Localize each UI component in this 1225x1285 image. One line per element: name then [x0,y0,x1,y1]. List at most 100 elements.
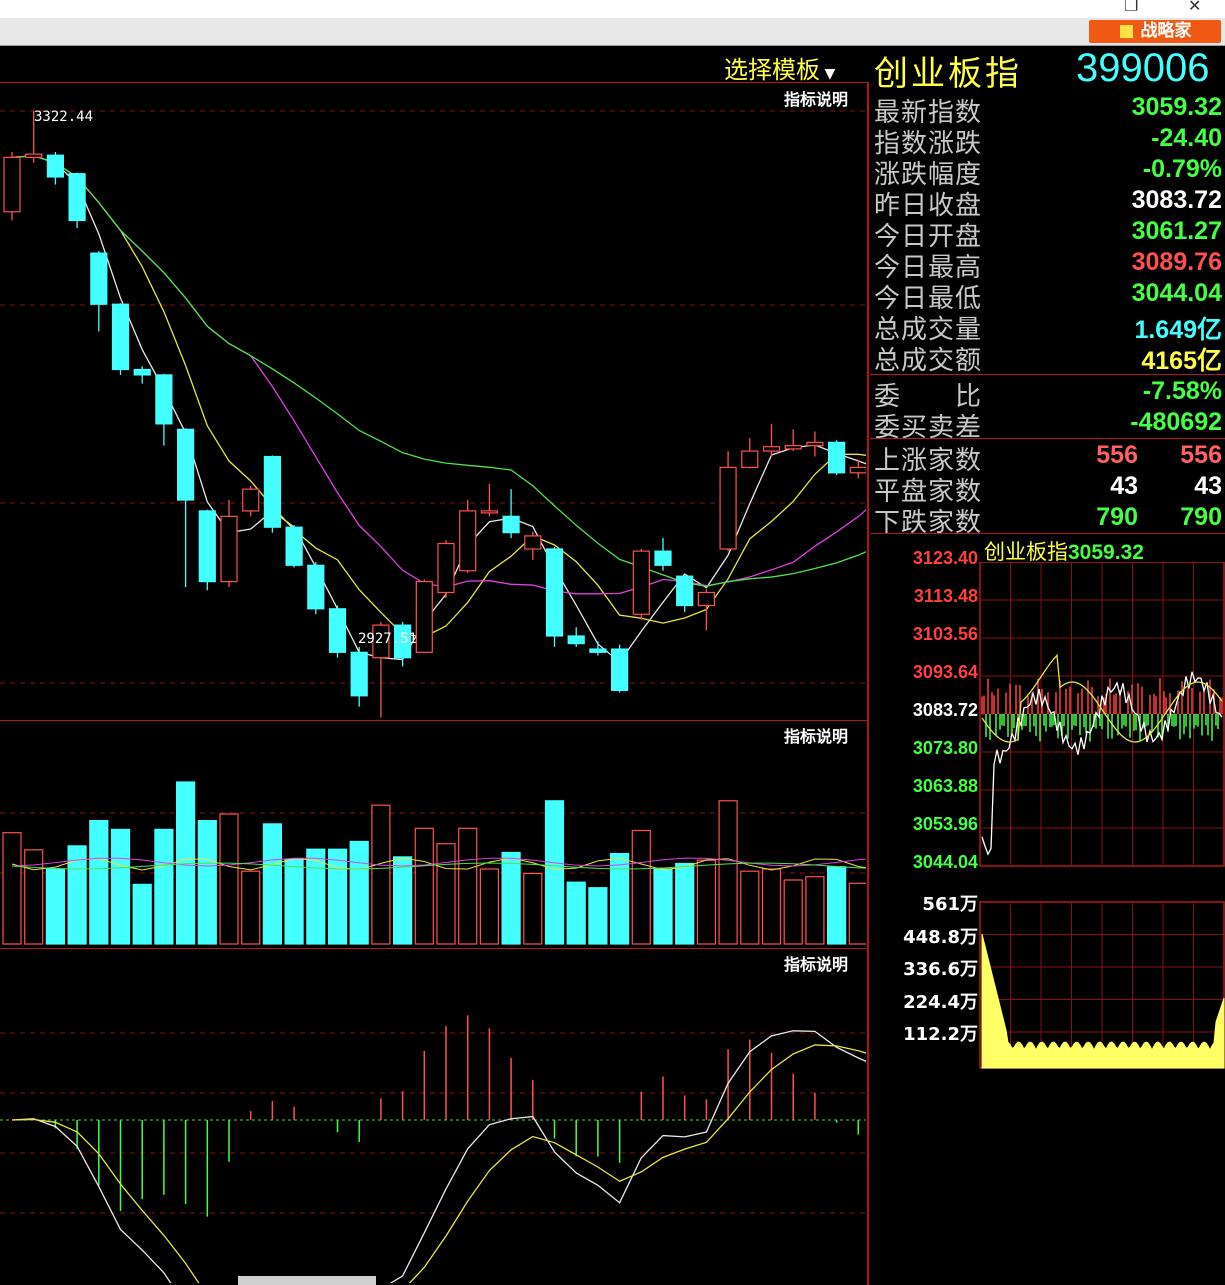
volume-bar [653,868,673,945]
candle-body [46,154,65,178]
quote-row: 涨跌幅度 -0.79% [874,154,1222,190]
volume-bar [414,827,434,945]
volume-tick-label: 448.8万 [903,926,978,948]
candle-body [502,515,520,534]
volume-bar [523,872,543,945]
breadth-value: 790 [1180,503,1222,531]
toolbar [0,18,1225,46]
candle-body [741,450,759,468]
volume-bar [501,851,521,945]
price-tick-label: 3083.72 [912,700,978,720]
volume-bar [805,876,825,945]
candle-body [762,446,781,452]
price-tick-label: 3103.56 [912,624,978,644]
candle-body [676,575,694,607]
caret-down-icon: ▼ [820,66,836,82]
strategy-button[interactable]: ■ 战略家 [1089,20,1221,43]
intraday-chart[interactable] [978,562,1225,1072]
candle-body [610,648,629,691]
candle-body [719,466,737,550]
volume-bar [241,870,261,945]
volume-tick-label: 336.6万 [903,959,978,980]
quote-row: 委 比 -7.58% [874,376,1222,412]
quote-value: 3044.04 [1131,279,1222,307]
volume-bar [154,828,174,945]
volume-bar [110,828,131,945]
volume-bar [479,868,499,945]
quote-row: 指数涨跌 -24.40 [874,123,1222,159]
quote-row: 平盘家数 43 43 [874,471,1222,507]
candle-body [697,591,716,607]
strategy-button-label: 战略家 [1140,21,1192,41]
quote-value: 4165亿 [1141,347,1222,375]
title-bar: ❐ ✕ [0,0,1225,18]
divider [870,533,1225,534]
candle-body [220,515,238,583]
price-tick-label: 3123.40 [912,548,978,568]
volume-bar [631,829,651,945]
price-tick-label: 3073.80 [912,738,978,758]
volume-bar [609,852,630,945]
price-tick-label: 3044.04 [912,852,978,872]
volume-bar [89,819,109,945]
quote-row: 最新指数 3059.32 [874,92,1222,128]
divider [870,374,1225,375]
volume-bar [588,887,608,945]
restore-icon[interactable]: ❐ [1124,0,1138,15]
breadth-value: 556 [1096,441,1138,469]
volume-bar [45,868,66,945]
price-tick-label: 3053.96 [912,814,978,834]
quote-row: 今日开盘 3061.27 [874,216,1222,252]
template-select-label: 选择模板 [724,56,820,84]
quote-value: -24.40 [1151,124,1222,152]
volume-bar [783,879,803,945]
candle-body [589,648,607,653]
candle-body [68,173,86,222]
low-price-label: 2927.51 [358,631,417,647]
candle-body [263,455,281,528]
index-name: 创业板指 [874,54,1022,94]
quote-row: 总成交额 4165亿 [874,340,1222,376]
quote-row: 委买卖差 -480692 [874,407,1222,443]
quote-row: 下跌家数 790 790 [874,502,1222,538]
candle-body [654,550,672,566]
volume-bar [262,823,282,945]
cube-icon: ■ [1118,21,1135,41]
candle-body [437,542,455,594]
volume-bar [176,781,196,945]
candle-body [285,526,303,566]
volume-bar [848,882,866,945]
candle-body [242,488,260,512]
volume-bar [284,858,304,945]
volume-bar [219,813,239,945]
volume-bar [826,866,847,945]
volume-bar [436,843,456,945]
breadth-value: 790 [1096,503,1138,531]
high-price-label: 3322.44 [34,109,93,125]
quote-label: 总成交额 [874,346,983,376]
breadth-value: 43 [1194,472,1222,500]
volume-bar [718,800,738,945]
candle-body [198,510,216,583]
volume-bar [349,840,369,945]
volume-bar [566,881,586,945]
volume-bar [306,848,326,945]
divider [867,82,869,1285]
volume-bar [544,800,565,945]
quote-value: 3059.32 [1131,93,1222,121]
candle-body [459,510,477,572]
candle-body [307,564,325,610]
close-icon[interactable]: ✕ [1188,0,1201,15]
volume-bar [675,862,695,945]
divider [870,438,1225,439]
date-cursor-box [238,1276,376,1285]
volume-tick-label: 112.2万 [903,1024,978,1045]
candle-body [545,548,564,637]
price-tick-label: 3113.48 [913,586,978,606]
quote-row: 昨日收盘 3083.72 [874,185,1222,221]
price-tick-label: 3063.88 [912,776,978,796]
quote-value: 3083.72 [1131,186,1222,214]
kline-chart[interactable]: 3322.44 2927.51 [0,83,866,1283]
candle-body [784,445,802,450]
template-select[interactable]: 选择模板 ▼ [724,50,835,85]
